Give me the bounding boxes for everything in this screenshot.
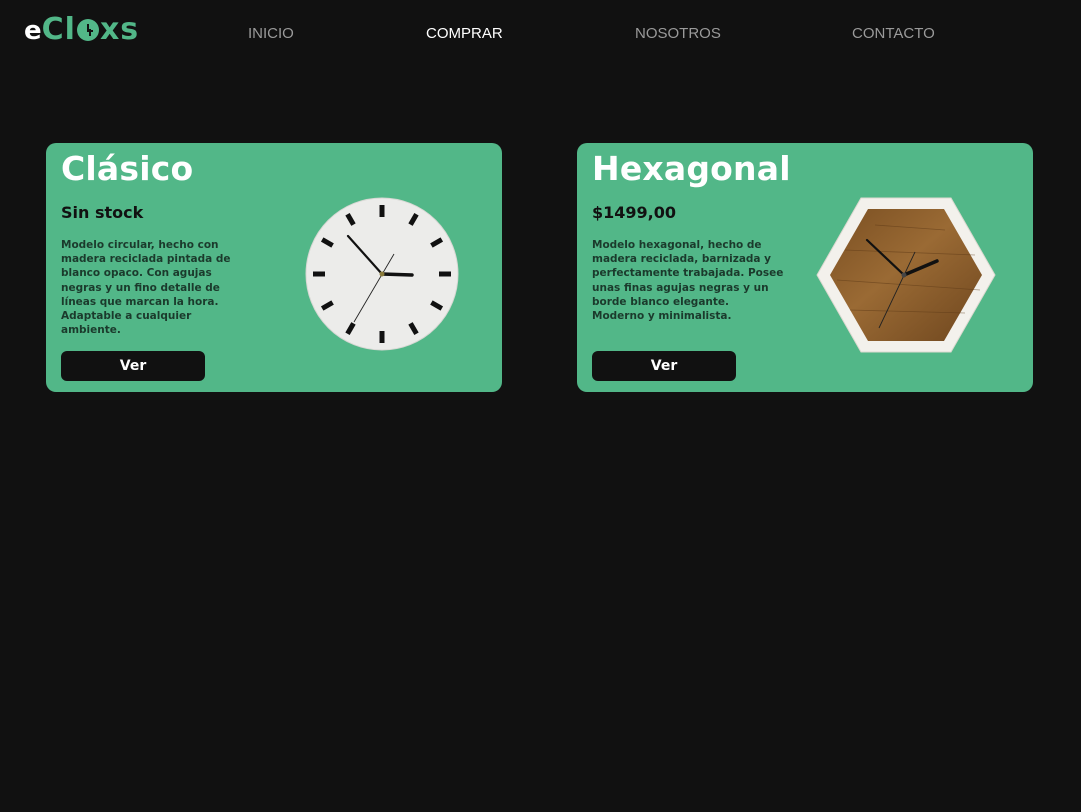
nav-link-inicio[interactable]: INICIO [248, 25, 294, 42]
product-card: Hexagonal $1499,00 Modelo hexagonal, hec… [577, 143, 1033, 392]
logo-text-end: xs [99, 12, 140, 47]
round-wall-clock-image[interactable] [304, 196, 460, 352]
product-card: Clásico Sin stock Modelo circular, hecho… [46, 143, 502, 392]
product-title: Clásico [61, 149, 194, 188]
product-description: Modelo hexagonal, hecho de madera recicl… [592, 239, 784, 323]
hexagonal-wall-clock-image[interactable] [815, 195, 997, 355]
navbar: e Cl xs INICIO COMPRAR NOSOTROS CONTACTO [0, 0, 1081, 68]
view-product-button[interactable]: Ver [61, 351, 205, 381]
nav-link-comprar[interactable]: COMPRAR [426, 25, 503, 42]
product-description: Modelo circular, hecho con madera recicl… [61, 239, 231, 337]
logo-letter-e: e [24, 16, 42, 46]
product-price: $1499,00 [592, 203, 677, 222]
nav-link-nosotros[interactable]: NOSOTROS [635, 25, 721, 42]
view-product-button[interactable]: Ver [592, 351, 736, 381]
logo-text-start: Cl [41, 12, 76, 47]
product-title: Hexagonal [592, 149, 791, 188]
product-stock-status: Sin stock [61, 203, 144, 222]
nav-link-contacto[interactable]: CONTACTO [852, 25, 935, 42]
logo-clock-icon [76, 19, 99, 41]
brand-logo[interactable]: e Cl xs [24, 12, 139, 52]
